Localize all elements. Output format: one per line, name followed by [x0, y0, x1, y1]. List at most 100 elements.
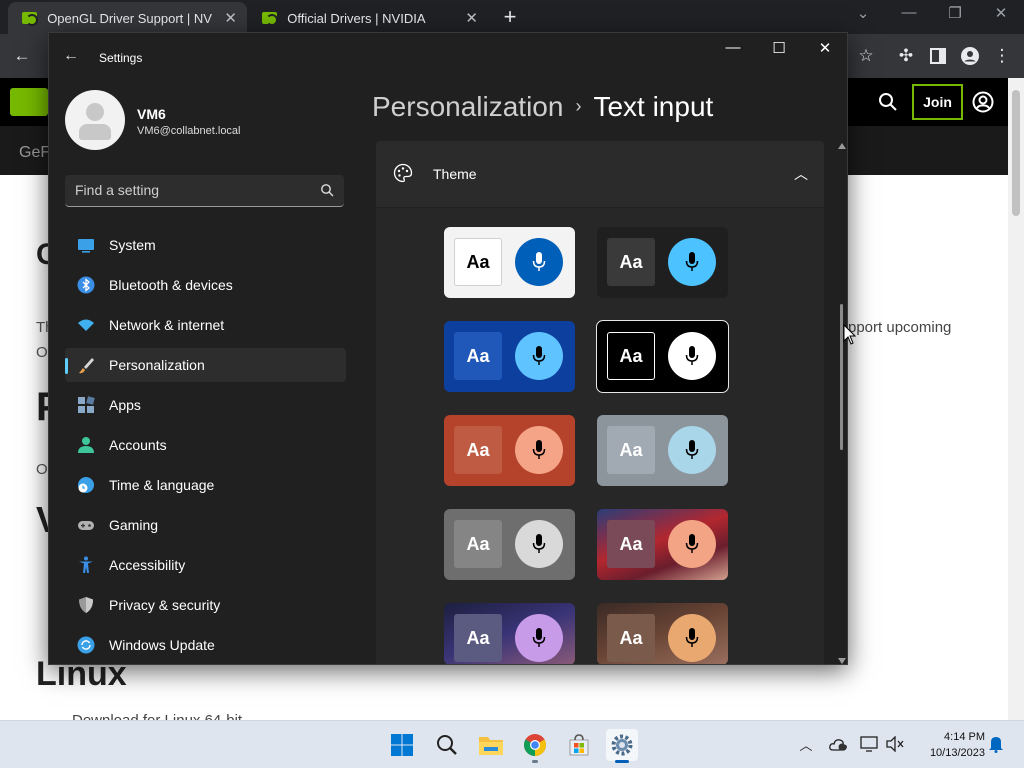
nav-item-personalization[interactable]: Personalization: [65, 348, 346, 382]
nvidia-logo-icon[interactable]: [10, 88, 48, 116]
profile-icon[interactable]: [958, 44, 982, 68]
close-browser-icon[interactable]: ✕: [986, 4, 1016, 22]
nav-item-time-language[interactable]: Time & language: [65, 468, 346, 502]
theme-swatch-red-flow[interactable]: Aa: [597, 509, 728, 580]
tab-title: Official Drivers | NVIDIA: [287, 10, 426, 26]
nav-item-bluetooth[interactable]: Bluetooth & devices: [65, 268, 346, 302]
nav-item-accounts[interactable]: Accounts: [65, 428, 346, 462]
nav-label: Accessibility: [109, 557, 186, 573]
extensions-puzzle-icon[interactable]: ✣: [894, 44, 918, 68]
search-icon[interactable]: [431, 729, 463, 761]
site-account-icon[interactable]: [972, 91, 994, 118]
windows-start-icon[interactable]: [386, 729, 418, 761]
nav-label: System: [109, 237, 156, 253]
mouse-cursor-icon: [843, 324, 857, 345]
nav-label: Privacy & security: [109, 597, 221, 613]
user-name: VM6: [137, 106, 166, 122]
theme-swatch-text-preview: Aa: [454, 238, 502, 286]
avatar[interactable]: [65, 90, 125, 150]
onedrive-icon[interactable]: [829, 735, 847, 753]
breadcrumb-parent[interactable]: Personalization: [372, 91, 563, 122]
nav-label: Network & internet: [109, 317, 225, 333]
back-arrow-icon[interactable]: ←: [63, 47, 79, 65]
microphone-icon: [668, 332, 716, 380]
theme-swatch-orange[interactable]: Aa: [444, 415, 575, 486]
side-panel-icon[interactable]: [926, 44, 950, 68]
browser-menu-icon[interactable]: ⋮: [990, 44, 1014, 68]
minimize-browser-icon[interactable]: —: [894, 4, 924, 21]
running-indicator: [615, 760, 629, 763]
settings-scrollbar[interactable]: [838, 141, 846, 664]
find-setting-input[interactable]: [75, 182, 305, 198]
bluetooth-icon: [77, 276, 95, 294]
theme-swatch-slate[interactable]: Aa: [597, 415, 728, 486]
nvidia-favicon-icon: [22, 12, 39, 26]
user-email: VM6@collabnet.local: [137, 125, 241, 137]
theme-swatch-high-contrast[interactable]: Aa: [596, 320, 729, 393]
join-button[interactable]: Join: [912, 84, 963, 120]
nav-item-windows-update[interactable]: Windows Update: [65, 628, 346, 662]
nav-item-apps[interactable]: Apps: [65, 388, 346, 422]
new-tab-button[interactable]: +: [498, 4, 522, 30]
theme-swatch-gray[interactable]: Aa: [444, 509, 575, 580]
chrome-icon[interactable]: [519, 729, 551, 763]
nav-label: Personalization: [109, 357, 205, 373]
theme-swatch-dark[interactable]: Aa: [597, 227, 728, 298]
close-icon[interactable]: ✕: [805, 39, 845, 61]
maximize-icon[interactable]: ☐: [759, 39, 799, 61]
close-tab-icon[interactable]: ✕: [224, 9, 237, 27]
microphone-icon: [515, 238, 563, 286]
palette-icon: [393, 163, 413, 183]
settings-nav: System Bluetooth & devices Network & int…: [65, 228, 346, 664]
nav-item-system[interactable]: System: [65, 228, 346, 262]
system-icon: [78, 239, 94, 253]
settings-gear-icon[interactable]: [606, 729, 638, 763]
browser-tab-official-drivers[interactable]: Official Drivers | NVIDIA ✕: [248, 2, 488, 34]
volume-muted-icon[interactable]: [886, 735, 904, 753]
network-display-icon[interactable]: [860, 735, 878, 753]
nav-item-network[interactable]: Network & internet: [65, 308, 346, 342]
theme-swatch-light[interactable]: Aa: [444, 227, 575, 298]
page-scrollbar[interactable]: [1008, 78, 1024, 720]
close-tab-icon[interactable]: ✕: [465, 9, 478, 27]
browser-tab-opengl[interactable]: OpenGL Driver Support | NVIDIA ✕: [8, 2, 247, 34]
theme-swatch-text-preview: Aa: [454, 520, 502, 568]
breadcrumb-separator: ›: [575, 96, 582, 116]
theme-swatch-blue[interactable]: Aa: [444, 321, 575, 392]
chevron-up-icon[interactable]: ︿: [794, 164, 808, 184]
theme-swatch-earth-flow[interactable]: Aa: [597, 603, 728, 664]
breadcrumb: Personalization › Text input: [372, 91, 713, 123]
nav-item-privacy-security[interactable]: Privacy & security: [65, 588, 346, 622]
microphone-icon: [515, 520, 563, 568]
theme-label: Theme: [433, 166, 477, 182]
theme-swatch-text-preview: Aa: [454, 332, 502, 380]
settings-title: Settings: [99, 51, 143, 65]
chevron-up-icon[interactable]: ︿: [797, 735, 815, 753]
bookmark-star-icon[interactable]: ☆: [854, 44, 878, 68]
file-explorer-icon[interactable]: [475, 729, 507, 761]
nav-item-accessibility[interactable]: Accessibility: [65, 548, 346, 582]
clock-date: 10/13/2023: [929, 747, 985, 759]
theme-section-header[interactable]: Theme ︿: [376, 141, 824, 207]
system-clock[interactable]: 4:14 PM 10/13/2023: [913, 729, 985, 761]
notification-bell-icon[interactable]: [987, 735, 1005, 753]
restore-browser-icon[interactable]: ❐: [940, 4, 970, 22]
minimize-icon[interactable]: —: [713, 39, 753, 61]
microsoft-store-icon[interactable]: [563, 729, 595, 761]
microphone-icon: [515, 614, 563, 662]
tab-search-icon[interactable]: ⌄: [848, 4, 878, 22]
back-arrow-icon[interactable]: ←: [10, 44, 34, 68]
theme-swatch-text-preview: Aa: [454, 426, 502, 474]
theme-swatch-purple-flow[interactable]: Aa: [444, 603, 575, 664]
linux-download-link[interactable]: Download for Linux 64-bit: [72, 712, 242, 720]
nav-label: Gaming: [109, 517, 159, 533]
site-search-icon[interactable]: [878, 92, 898, 117]
page-title: Text input: [593, 91, 714, 122]
find-setting-box[interactable]: [65, 175, 344, 207]
nav-item-gaming[interactable]: Gaming: [65, 508, 346, 542]
theme-swatch-text-preview: Aa: [454, 614, 502, 662]
page-scrollbar-thumb[interactable]: [1012, 90, 1020, 216]
tab-title: OpenGL Driver Support | NVIDIA: [47, 10, 212, 26]
accounts-icon: [78, 437, 94, 453]
clock-time: 4:14 PM: [944, 731, 985, 743]
